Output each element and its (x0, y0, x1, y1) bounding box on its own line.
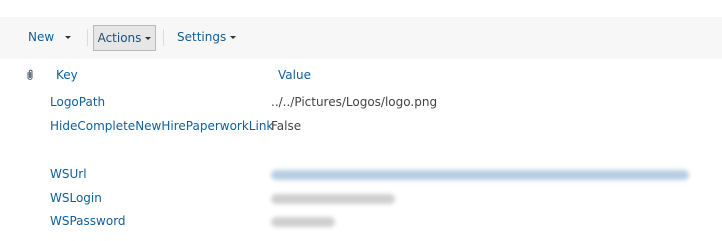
actions-button-label: Actions (97, 31, 142, 45)
table-row-key[interactable]: WSUrl (50, 167, 87, 182)
paperclip-icon[interactable] (25, 69, 35, 81)
new-dropdown-button[interactable] (63, 24, 73, 50)
redacted-value (271, 194, 395, 204)
column-header-key[interactable]: Key (56, 68, 78, 82)
table-row-value: ../../Pictures/Logos/logo.png (271, 95, 438, 109)
toolbar-divider (163, 29, 164, 46)
settings-menu-button[interactable]: Settings (177, 24, 237, 50)
redacted-value[interactable] (271, 170, 689, 180)
list-settings-page: New Actions Settings Key Value LogoPath … (0, 0, 722, 241)
table-row-key[interactable]: WSPassword (50, 214, 126, 229)
chevron-down-icon (230, 36, 237, 39)
toolbar-divider (87, 29, 88, 46)
table-row-key[interactable]: LogoPath (50, 95, 105, 110)
redacted-value (271, 217, 335, 227)
toolbar: New Actions Settings (0, 17, 722, 59)
chevron-down-icon (145, 37, 152, 40)
new-button-label: New (28, 30, 55, 44)
settings-button-label: Settings (177, 30, 227, 44)
actions-menu-button[interactable]: Actions (93, 25, 156, 51)
table-row-key[interactable]: WSLogin (50, 191, 102, 206)
table-row-value: False (271, 119, 302, 133)
new-button[interactable]: New (28, 24, 54, 50)
table-row-key[interactable]: HideCompleteNewHirePaperworkLink (50, 119, 273, 134)
chevron-down-icon (65, 36, 71, 39)
column-header-value[interactable]: Value (278, 68, 311, 82)
